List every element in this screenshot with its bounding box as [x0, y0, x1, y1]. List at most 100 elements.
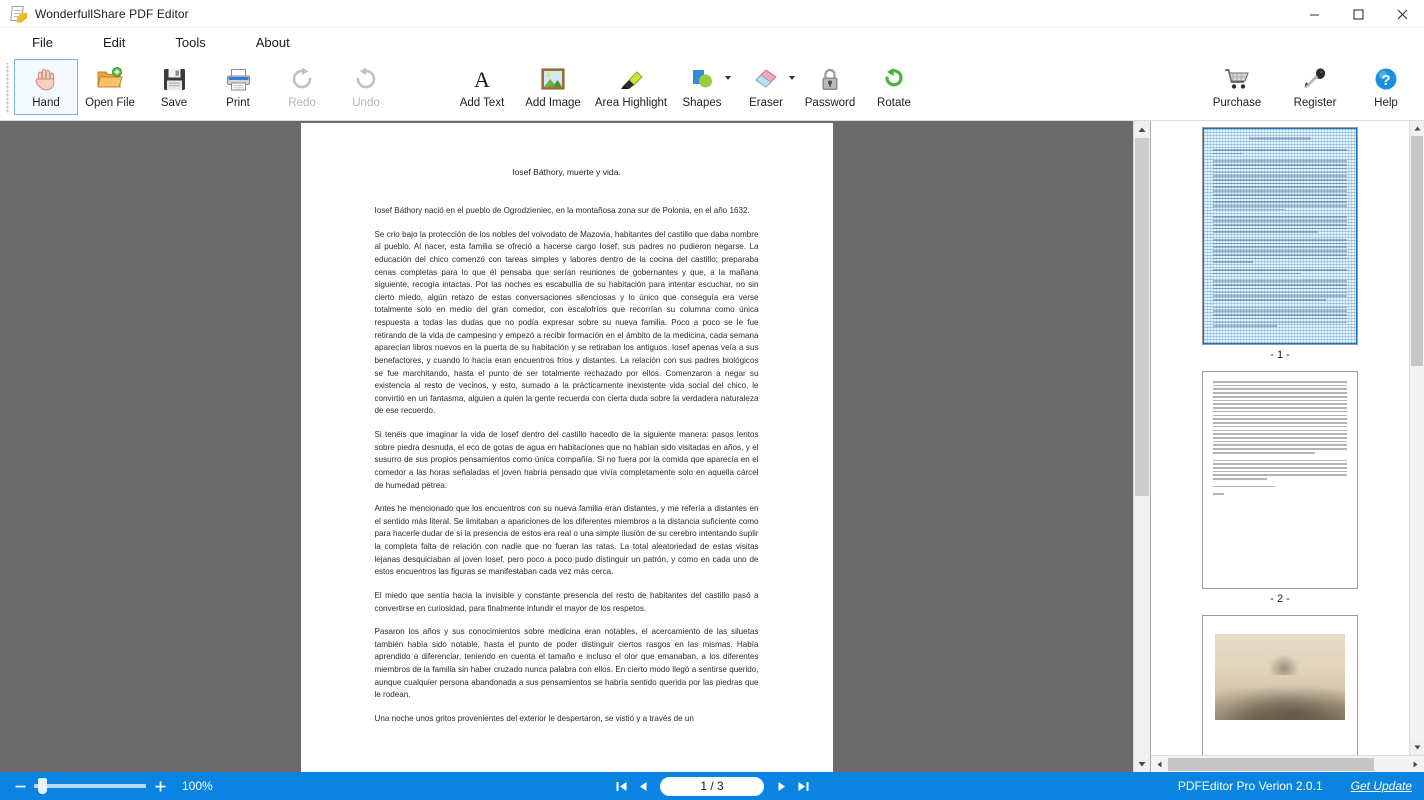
thumbnail-item[interactable]: - 2 - — [1151, 371, 1409, 605]
chevron-down-icon[interactable] — [725, 76, 731, 80]
open-file-button[interactable]: Open File — [78, 59, 142, 115]
shapes-icon — [686, 64, 718, 94]
thumbnail-page-1[interactable] — [1202, 127, 1358, 345]
toolbar-right-group: Purchase Register ? Help — [1198, 59, 1418, 115]
redo-label: Redo — [288, 97, 316, 109]
open-folder-icon — [94, 64, 126, 94]
get-update-link[interactable]: Get Update — [1351, 779, 1412, 793]
toolbar-center-group: A Add Text Add Image Area Highlight Shap… — [450, 59, 926, 115]
maximize-icon[interactable] — [1336, 0, 1380, 28]
document-paragraph: El miedo que sentía hacia la invisible y… — [374, 590, 759, 613]
thumbnail-scroll-down-arrow-icon[interactable] — [1410, 740, 1424, 755]
window-controls — [1292, 0, 1424, 28]
undo-button[interactable]: Undo — [334, 59, 398, 115]
shopping-cart-icon — [1221, 64, 1253, 94]
thumbnail-scroll-right-arrow-icon[interactable] — [1407, 761, 1424, 768]
thumbnail-vertical-scrollbar[interactable] — [1409, 121, 1424, 755]
key-icon — [1299, 64, 1331, 94]
save-button[interactable]: Save — [142, 59, 206, 115]
purchase-button[interactable]: Purchase — [1198, 59, 1276, 115]
window-title: WonderfullShare PDF Editor — [35, 6, 189, 21]
thumbnail-hscrollbar-track[interactable] — [1168, 757, 1407, 771]
rotate-arrow-icon — [878, 64, 910, 94]
zoom-controls: 100% — [0, 778, 213, 794]
thumbnail-scrollbar-thumb[interactable] — [1411, 136, 1423, 366]
menu-bar: File Edit Tools About — [0, 28, 1424, 57]
hand-tool-button[interactable]: Hand — [14, 59, 78, 115]
document-vertical-scrollbar[interactable] — [1133, 121, 1150, 772]
letter-a-icon: A — [466, 64, 498, 94]
area-highlight-label: Area Highlight — [594, 97, 668, 109]
pdf-page: Iosef Báthory, muerte y vida. Iosef Báth… — [300, 123, 833, 772]
version-text: PDFEditor Pro Verion 2.0.1 — [1177, 779, 1323, 793]
redo-arrow-icon — [286, 64, 318, 94]
undo-arrow-icon — [350, 64, 382, 94]
eraser-button[interactable]: Eraser — [734, 59, 798, 115]
add-image-button[interactable]: Add Image — [514, 59, 592, 115]
main-toolbar: Hand Open File Save Print Redo Undo A Ad… — [0, 57, 1424, 121]
zoom-in-button[interactable] — [152, 778, 168, 794]
chevron-down-icon[interactable] — [789, 76, 795, 80]
menu-item-file[interactable]: File — [18, 31, 67, 54]
document-paragraph: Se crio bajo la protección de los nobles… — [374, 229, 759, 416]
hand-tool-label: Hand — [32, 97, 60, 109]
document-paragraph: Iosef Báthory nació en el pueblo de Ogro… — [374, 206, 750, 215]
redo-button[interactable]: Redo — [270, 59, 334, 115]
menu-item-tools[interactable]: Tools — [161, 31, 219, 54]
save-label: Save — [160, 97, 188, 109]
next-page-icon[interactable] — [770, 775, 792, 797]
thumbnail-item[interactable]: - 3 - — [1151, 615, 1409, 755]
first-page-icon[interactable] — [610, 775, 632, 797]
menu-item-about[interactable]: About — [242, 31, 304, 54]
zoom-slider-handle[interactable] — [38, 778, 47, 794]
toolbar-left-group: Hand Open File Save Print Redo Undo — [14, 59, 398, 115]
thumbnail-hscrollbar-thumb[interactable] — [1168, 757, 1374, 771]
scrollbar-track[interactable] — [1134, 138, 1150, 755]
status-bar: 100% 1 / 3 PDFEditor Pro Verion 2.0.1 Ge… — [0, 772, 1424, 800]
toolbar-grip[interactable] — [4, 63, 12, 113]
scroll-down-arrow-icon[interactable] — [1134, 755, 1150, 772]
thumbnail-scroll-up-arrow-icon[interactable] — [1410, 121, 1424, 136]
close-icon[interactable] — [1380, 0, 1424, 28]
shapes-button[interactable]: Shapes — [670, 59, 734, 115]
scrollbar-thumb[interactable] — [1135, 138, 1149, 496]
thumbnail-scrollbar-track[interactable] — [1410, 136, 1424, 740]
help-button[interactable]: ? Help — [1354, 59, 1418, 115]
shapes-label: Shapes — [682, 97, 722, 109]
register-label: Register — [1293, 97, 1337, 109]
previous-page-icon[interactable] — [632, 775, 654, 797]
scroll-up-arrow-icon[interactable] — [1134, 121, 1150, 138]
minimize-icon[interactable] — [1292, 0, 1336, 28]
thumbnail-horizontal-scrollbar[interactable] — [1151, 755, 1424, 772]
purchase-label: Purchase — [1212, 97, 1262, 109]
rotate-button[interactable]: Rotate — [862, 59, 926, 115]
printer-icon — [222, 64, 254, 94]
rotate-label: Rotate — [877, 97, 911, 109]
document-viewer[interactable]: Iosef Báthory, muerte y vida. Iosef Báth… — [0, 121, 1133, 772]
last-page-icon[interactable] — [792, 775, 814, 797]
register-button[interactable]: Register — [1276, 59, 1354, 115]
zoom-slider[interactable] — [34, 778, 146, 794]
document-paragraph: Si tenéis que imaginar la vida de Iosef … — [374, 430, 759, 490]
help-label: Help — [1374, 97, 1398, 109]
add-text-button[interactable]: A Add Text — [450, 59, 514, 115]
workspace: Iosef Báthory, muerte y vida. Iosef Báth… — [0, 121, 1424, 772]
thumbnail-list[interactable]: - 1 - - 2 - — [1151, 121, 1409, 755]
zoom-out-button[interactable] — [12, 778, 28, 794]
thumbnail-page-3[interactable] — [1202, 615, 1358, 755]
menu-item-edit[interactable]: Edit — [89, 31, 139, 54]
thumbnail-scroll-left-arrow-icon[interactable] — [1151, 761, 1168, 768]
pdf-editor-icon — [10, 5, 27, 23]
padlock-icon — [814, 64, 846, 94]
thumbnail-page-2[interactable] — [1202, 371, 1358, 589]
eraser-icon — [750, 64, 782, 94]
print-button[interactable]: Print — [206, 59, 270, 115]
thumbnail-item[interactable]: - 1 - — [1151, 127, 1409, 361]
thumbnail-landscape-image — [1215, 634, 1345, 720]
application-window: WonderfullShare PDF Editor File Edit Too… — [0, 0, 1424, 800]
page-number-input[interactable]: 1 / 3 — [660, 776, 764, 796]
password-button[interactable]: Password — [798, 59, 862, 115]
document-paragraph: Pasaron los años y sus conocimientos sob… — [374, 627, 759, 700]
area-highlight-button[interactable]: Area Highlight — [592, 59, 670, 115]
add-image-label: Add Image — [525, 97, 581, 109]
